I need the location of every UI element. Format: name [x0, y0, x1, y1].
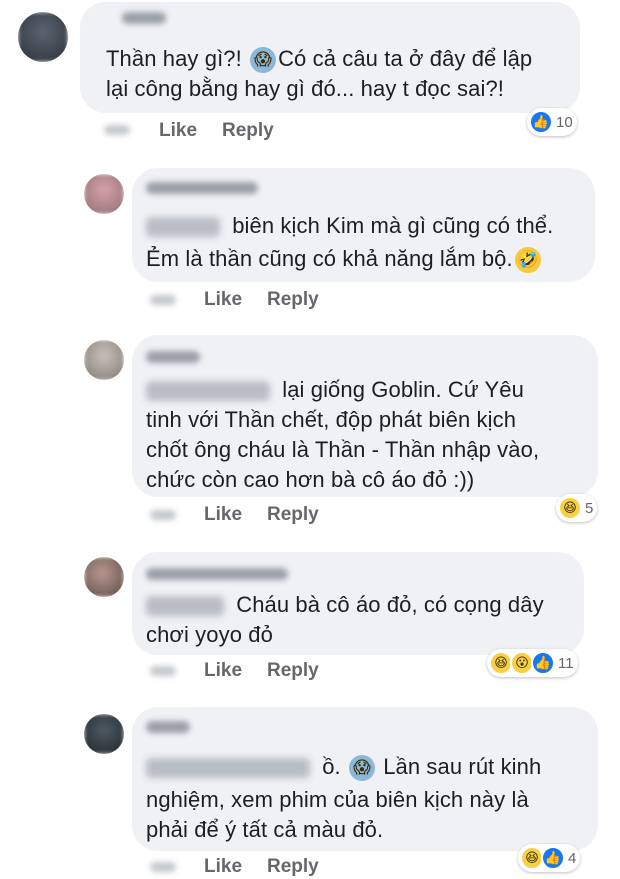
face-screaming-in-fear-icon: 😱: [348, 755, 375, 782]
thumbs-up-icon: 👍: [529, 110, 553, 134]
comment-text: chốt ông cháu là Thần - Thần nhập vào,: [146, 437, 540, 462]
mentioned-user-tag[interactable]: [146, 758, 310, 779]
avatar[interactable]: [18, 12, 68, 62]
reaction-count: 10: [556, 113, 573, 131]
like-button[interactable]: Like: [204, 504, 242, 526]
commenter-name-blurred[interactable]: [146, 721, 190, 733]
mentioned-user-tag[interactable]: [146, 596, 224, 617]
face-screaming-in-fear-icon: 😱: [250, 47, 277, 74]
commenter-name-blurred[interactable]: [146, 351, 200, 363]
comment-bubble: lại giống Goblin. Cứ Yêu tinh với Thần c…: [132, 335, 598, 497]
thumbs-up-icon: 👍: [531, 651, 555, 675]
avatar[interactable]: [84, 174, 124, 214]
comment-text: Lần sau rút kinh: [376, 754, 542, 779]
comment-text: nghiệm, xem phim của biên kịch này là: [146, 787, 529, 812]
comment-text: lại công bằng hay gì đó... hay t đọc sai…: [106, 76, 505, 101]
timestamp: [150, 666, 176, 676]
like-button[interactable]: Like: [159, 120, 197, 142]
reaction-summary[interactable]: 😆 😮 👍 11: [487, 649, 578, 677]
comment-bubble: Thần hay gì?! 😱 Có cả câu ta ở đây để lập…: [80, 2, 580, 113]
comment-bubble: biên kịch Kim mà gì cũng có thể. Ẻm là t…: [132, 168, 595, 282]
comment-text: chức còn cao hơn bà cô áo đỏ :)): [146, 467, 475, 492]
reaction-summary[interactable]: 😆 5: [556, 494, 598, 522]
comment-bubble: ồ. 😱 Lần sau rút kinh nghiệm, xem phim c…: [132, 707, 598, 851]
reply-button[interactable]: Reply: [222, 120, 274, 142]
timestamp: [150, 295, 176, 305]
mentioned-user-tag[interactable]: [146, 381, 270, 402]
like-button[interactable]: Like: [204, 289, 242, 311]
thumbs-up-icon: 👍: [541, 846, 565, 870]
rolling-on-floor-laughing-icon: 🤣: [514, 247, 541, 274]
comment-text: ồ.: [316, 754, 347, 779]
timestamp: [150, 862, 176, 872]
comment-text: Ẻm là thần cũng có khả năng lắm bộ.: [146, 246, 513, 271]
avatar[interactable]: [84, 714, 124, 754]
comment-text: chơi yoyo đỏ: [146, 622, 273, 647]
like-button[interactable]: Like: [204, 856, 242, 878]
comment-text: Thần hay gì?!: [106, 46, 249, 71]
timestamp: [150, 510, 176, 520]
avatar[interactable]: [84, 557, 124, 597]
laughing-face-icon: 😆: [558, 496, 582, 520]
reaction-summary[interactable]: 😆 👍 4: [518, 844, 581, 872]
comment-bubble: Cháu bà cô áo đỏ, có cọng dây chơi yoyo …: [132, 552, 584, 655]
timestamp: [104, 125, 130, 135]
reply-button[interactable]: Reply: [267, 660, 319, 682]
reply-button[interactable]: Reply: [267, 856, 319, 878]
comment-text: Có cả câu ta ở đây để lập: [278, 46, 533, 71]
comment-text: Cháu bà cô áo đỏ, có cọng dây: [230, 592, 544, 617]
comment-text: biên kịch Kim mà gì cũng có thể.: [226, 213, 554, 238]
comment-text: tinh với Thần chết, độp phát biên kịch: [146, 407, 517, 432]
commenter-name-blurred[interactable]: [122, 12, 166, 24]
reply-button[interactable]: Reply: [267, 504, 319, 526]
reaction-count: 11: [558, 654, 574, 672]
commenter-name-blurred[interactable]: [146, 568, 288, 580]
like-button[interactable]: Like: [204, 660, 242, 682]
avatar[interactable]: [84, 340, 124, 380]
reaction-summary[interactable]: 👍 10: [527, 108, 577, 136]
comment-text: phải để ý tất cả màu đỏ.: [146, 817, 384, 842]
comment-text: lại giống Goblin. Cứ Yêu: [276, 377, 524, 402]
commenter-name-blurred[interactable]: [146, 182, 258, 194]
reaction-count: 5: [585, 499, 594, 517]
reply-button[interactable]: Reply: [267, 289, 319, 311]
mentioned-user-tag[interactable]: [146, 217, 220, 238]
reaction-count: 4: [568, 849, 577, 867]
